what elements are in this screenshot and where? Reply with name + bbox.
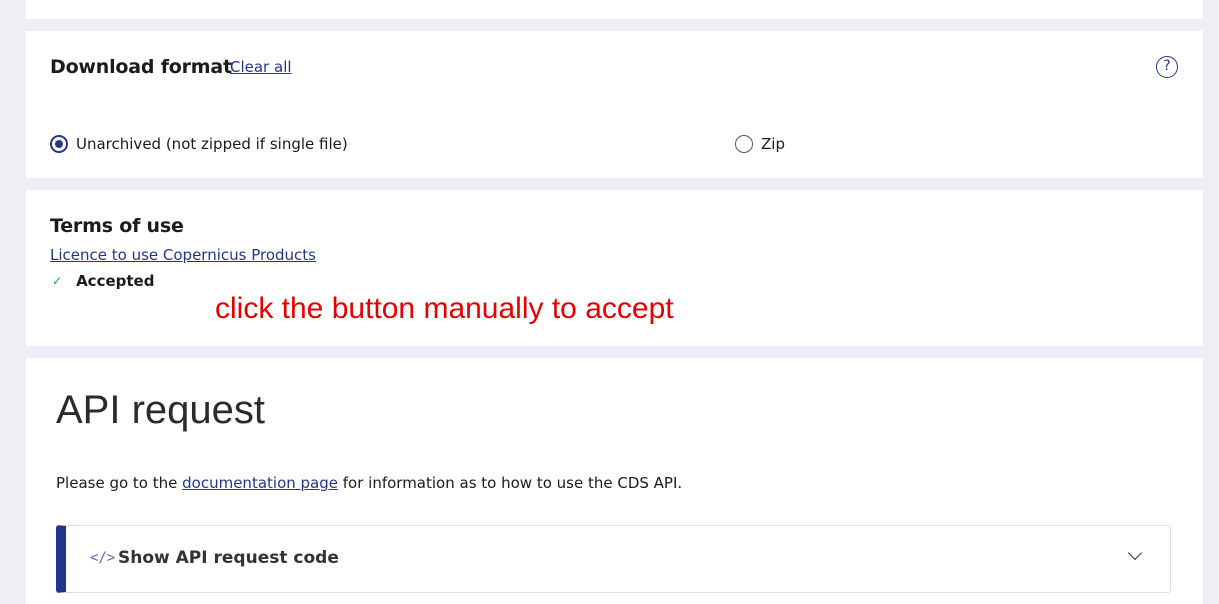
annotation-text: click the button manually to accept	[215, 292, 674, 325]
radio-checked-icon[interactable]	[50, 135, 68, 153]
licence-link[interactable]: Licence to use Copernicus Products	[50, 246, 316, 264]
radio-unchecked-icon[interactable]	[735, 135, 753, 153]
show-api-request-code-button[interactable]: </> Show API request code	[56, 525, 1171, 593]
clear-all-link[interactable]: Clear all	[230, 58, 292, 76]
radio-label-zip: Zip	[761, 135, 785, 153]
accepted-status: ✓ Accepted	[52, 272, 154, 290]
api-request-description: Please go to the documentation page for …	[56, 474, 682, 492]
show-api-request-code-label: Show API request code	[118, 548, 339, 568]
help-icon[interactable]: ?	[1156, 56, 1178, 78]
documentation-link[interactable]: documentation page	[182, 474, 338, 492]
code-icon: </>	[90, 550, 116, 566]
accepted-label: Accepted	[76, 272, 155, 290]
download-format-title: Download format	[50, 56, 232, 78]
api-request-title: API request	[56, 388, 266, 432]
previous-section-card	[26, 0, 1203, 19]
api-request-section: API request Please go to the documentati…	[26, 358, 1203, 604]
desc-before: Please go to the	[56, 474, 178, 492]
radio-label-unarchived: Unarchived (not zipped if single file)	[76, 135, 348, 153]
desc-after: for information as to how to use the CDS…	[342, 474, 683, 492]
radio-option-zip[interactable]: Zip	[735, 135, 785, 153]
check-icon: ✓	[52, 274, 63, 288]
chevron-down-icon[interactable]	[1127, 545, 1143, 561]
terms-title: Terms of use	[50, 215, 184, 237]
terms-of-use-section: Terms of use Licence to use Copernicus P…	[26, 190, 1203, 346]
radio-option-unarchived[interactable]: Unarchived (not zipped if single file)	[50, 135, 348, 153]
download-format-section: Download format Clear all ? Unarchived (…	[26, 31, 1203, 178]
